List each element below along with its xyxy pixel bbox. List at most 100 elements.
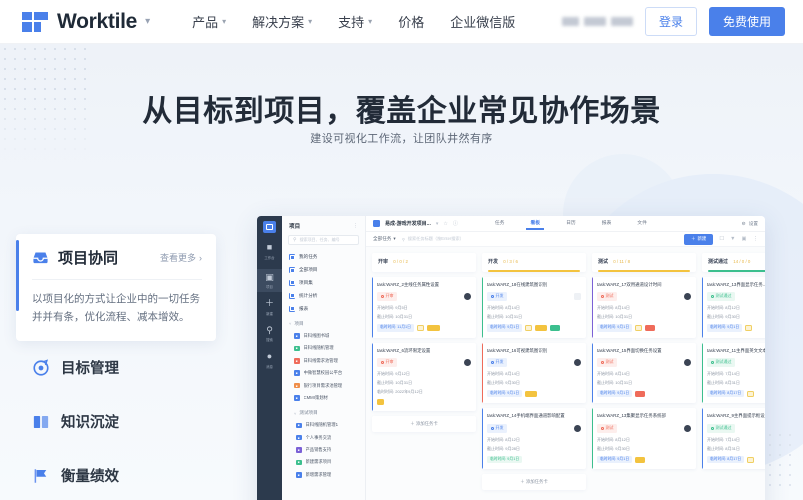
feature-card-project-collaboration[interactable]: 项目协同 查看更多 › 以项目化的方式让企业中的一切任务并并有条，优化流程、减本…: [16, 234, 216, 341]
project-list-item[interactable]: ■ CMMI策划材: [282, 392, 365, 404]
project-list-item[interactable]: ■ 日科线需求池管理: [282, 355, 365, 367]
sidebar-item-analytics[interactable]: 统计分析: [282, 289, 365, 302]
nav-item-products[interactable]: 产品 ▾: [192, 12, 226, 31]
projects-icon: [289, 267, 295, 274]
sidebar-group-test-projects[interactable]: ˅ 测试项目: [282, 404, 365, 419]
rail-item-create[interactable]: ＋ 新建: [257, 298, 282, 316]
nav-label: 解决方案: [252, 15, 305, 30]
task-card[interactable]: task:WARZ_13集聚显示任务系统部 测试 开始时间: 8月12日 截止时…: [592, 408, 696, 470]
worktile-logo-icon: [22, 11, 48, 32]
task-card[interactable]: task:WARZ_16可视建筑图识别 开发 开始时间: 8月14日 截止时间:…: [482, 342, 586, 404]
nav-label: 价格: [398, 15, 425, 30]
card-title: task:WARZ_11主界面英文文本...: [707, 347, 765, 353]
task-card[interactable]: task:WARZ_13界面显示任务... 测试通过 开始时间: 8月12日 截…: [702, 276, 765, 338]
task-card[interactable]: task:WARZ_9主界面提示框设置... 测试通过 开始时间: 7月14日 …: [702, 408, 765, 470]
tag-swatch: [535, 324, 548, 331]
project-name: 产品销售支持: [305, 447, 332, 453]
project-list-item[interactable]: ■ 产品销售支持: [282, 444, 365, 456]
feature-title: 项目协同: [58, 250, 119, 267]
nav-item-support[interactable]: 支持 ▾: [338, 12, 372, 31]
card-start-date: 开始时间: 7月14日: [707, 370, 740, 376]
tab-kanban[interactable]: 看板: [526, 219, 544, 230]
task-icon: [289, 254, 295, 261]
project-list-item[interactable]: ■ 新增需求管理: [282, 469, 365, 481]
feature-item-performance[interactable]: 衡量绩效: [16, 449, 216, 500]
nav-item-solutions[interactable]: 解决方案 ▾: [252, 12, 312, 31]
sidebar-search-input[interactable]: ⚲ 搜索项目、任务、编号: [288, 235, 359, 245]
subbar-icon-group: ☐ ▼ ▣ ⋮: [719, 236, 758, 242]
rail-item-messages[interactable]: ● 消息: [257, 351, 282, 369]
status-dot-icon: [600, 294, 604, 298]
card-status-row: 开发: [487, 291, 581, 301]
hero-subtitle: 建设可视化工作流，让团队井然有序: [310, 133, 493, 145]
project-list-item[interactable]: ■ 日科线随机管理1: [282, 419, 365, 431]
card-status-row: 测试: [597, 357, 691, 367]
rail-item-projects[interactable]: ▣ 项目: [257, 268, 282, 292]
card-title: task:WARZ_18在线建筑图识别: [487, 281, 548, 287]
sidebar-title: 项目: [289, 224, 301, 230]
free-trial-button[interactable]: 免费使用: [708, 7, 785, 36]
copy-icon[interactable]: ☐: [719, 236, 724, 242]
feature-item-goal-management[interactable]: 目标管理: [16, 341, 216, 395]
task-card[interactable]: task:WARZ_11主界面英文文本... 测试通过 开始时间: 7月14日 …: [702, 342, 765, 404]
project-list-item[interactable]: ■ 中微智慧校园公平台: [282, 367, 365, 379]
sidebar-item-all-projects[interactable]: 全部项目: [282, 264, 365, 277]
tab-reports[interactable]: 报表: [602, 219, 612, 229]
task-card[interactable]: task:WARZ_14手机端界面通道影响配置 开发 开始时间: 8月12日 截…: [482, 408, 586, 470]
task-card[interactable]: task:WARZ_18在线建筑图识别 开发 开始时间: 8月14日 截止时间:…: [482, 276, 586, 338]
settings-button[interactable]: ⚙ 设置: [742, 221, 758, 227]
column-header: 测试通过 14 / 0 / 0: [702, 253, 765, 272]
feature-item-knowledge-base[interactable]: 知识沉淀: [16, 395, 216, 449]
nav-item-pricing[interactable]: 价格: [398, 12, 424, 31]
status-badge: 测试: [597, 291, 617, 301]
brand-logo[interactable]: Worktile ▾: [22, 10, 150, 34]
chevron-right-icon: ›: [199, 252, 202, 263]
tab-calendar[interactable]: 日历: [566, 219, 576, 229]
brand-chevron-down-icon[interactable]: ▾: [145, 16, 150, 27]
project-list-item[interactable]: ■ 日科线随机管理: [282, 342, 365, 354]
status-label: 测试通过: [715, 425, 732, 431]
task-card[interactable]: task:WARZ_2主线任务属性设置 开审 开始时间: 9月5日 截止时间: …: [372, 276, 476, 338]
tag-swatch: [635, 456, 646, 463]
new-task-button[interactable]: ＋ 新建: [684, 233, 714, 245]
sidebar-group-projects[interactable]: ˅ 项目: [282, 315, 365, 330]
task-search-input[interactable]: ⚲ 搜索任务标题（按Enter搜索）: [402, 236, 464, 242]
task-card[interactable]: task:WARZ_17双用通道设计时间 测试 开始时间: 8月14日 截止时间…: [592, 276, 696, 338]
login-button[interactable]: 登录: [644, 7, 697, 36]
project-list-item[interactable]: ■ 个人事务交流: [282, 432, 365, 444]
add-task-card-button[interactable]: ＋ 添加任务卡: [372, 415, 476, 432]
sidebar-item-project-set[interactable]: 项目集: [282, 277, 365, 290]
add-task-card-button[interactable]: ＋ 添加任务卡: [482, 474, 586, 491]
info-icon[interactable]: ⓘ: [453, 220, 458, 227]
collapse-icon[interactable]: ⋮: [353, 223, 358, 229]
project-list-item[interactable]: ■ 日科线图书城: [282, 330, 365, 342]
rail-item-search[interactable]: ⚲ 搜索: [257, 325, 282, 342]
avatar: [574, 424, 581, 432]
expand-icon[interactable]: ▣: [742, 236, 747, 242]
filter-icon[interactable]: ▼: [730, 236, 735, 242]
task-card[interactable]: task:WARZ_15界面切换任务设置 测试 开始时间: 8月14日 截止时间…: [592, 342, 696, 404]
card-tag-row: 临时时间: 9月1日: [597, 323, 691, 332]
sidebar-item-my-tasks[interactable]: 我的任务: [282, 251, 365, 264]
folder-icon: ▣: [265, 271, 274, 282]
project-list-item[interactable]: ■ 新建需求项目: [282, 456, 365, 468]
brand-name: Worktile: [57, 9, 138, 33]
more-icon[interactable]: ⋮: [753, 236, 758, 242]
card-due-date: 截止时间: 10月31日: [377, 313, 413, 319]
sidebar-item-reports[interactable]: 报表: [282, 302, 365, 315]
card-extra-label: 临时时间: 9月1日: [487, 389, 523, 398]
view-more-link[interactable]: 查看更多 ›: [160, 251, 202, 264]
tab-tasks[interactable]: 任务: [495, 219, 505, 229]
tab-files[interactable]: 文件: [637, 219, 647, 229]
app-tab-bar: 任务 看板 日历 报表 文件: [495, 219, 647, 230]
status-label: 测试通过: [715, 359, 732, 365]
tag-swatch: [747, 390, 755, 397]
star-icon[interactable]: ☆: [443, 221, 447, 227]
task-card[interactable]: task:WARZ_6流环限定设置 开审 开始时间: 9月12日 截止时间: 1…: [372, 342, 476, 411]
card-accent: [592, 408, 594, 470]
nav-item-wechat-edition[interactable]: 企业微信版: [450, 12, 515, 31]
rail-item-workbench[interactable]: ■ 工作台: [257, 242, 282, 260]
project-list-item[interactable]: ■ 银行项目需求池管理: [282, 379, 365, 391]
task-filter-dropdown[interactable]: 全部任务 ▾: [373, 236, 396, 242]
chevron-down-icon[interactable]: ▾: [436, 221, 439, 227]
